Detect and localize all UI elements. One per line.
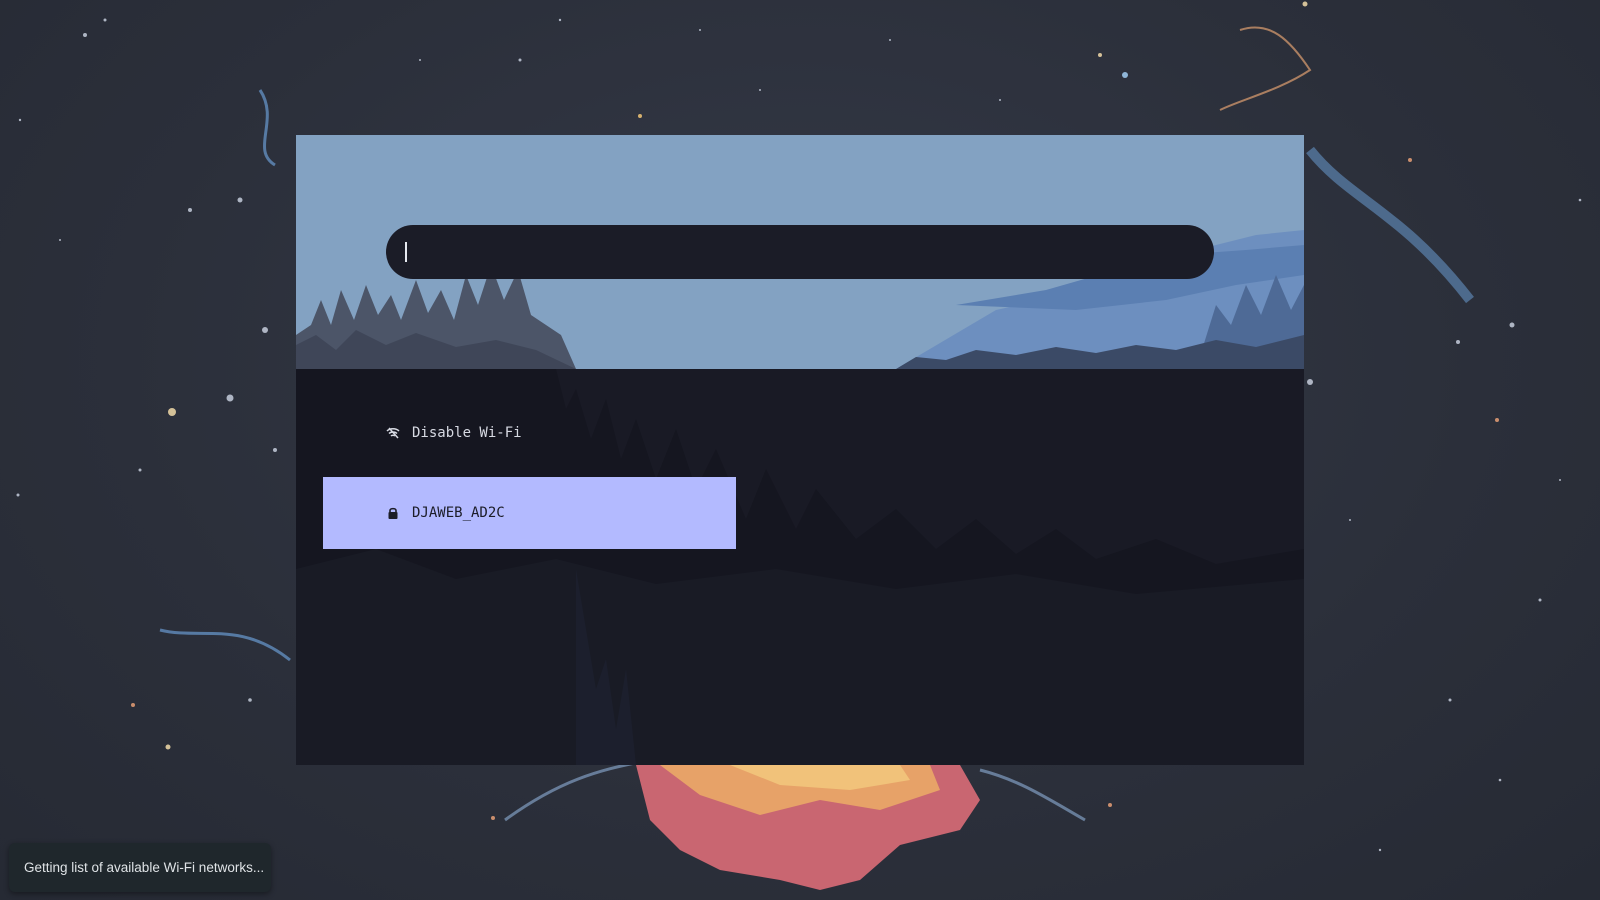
notification-toast: Getting list of available Wi-Fi networks… <box>9 843 271 892</box>
wifi-off-icon <box>386 426 400 440</box>
network-option-djaweb-ad2c[interactable]: DJAWEB_AD2C <box>323 477 736 549</box>
text-caret <box>405 242 407 262</box>
search-input[interactable] <box>404 236 1198 268</box>
desktop-wallpaper: Disable Wi-Fi DJAWEB_AD2C Getting list o… <box>0 0 1600 900</box>
disable-wifi-option[interactable]: Disable Wi-Fi <box>323 397 736 469</box>
lock-icon <box>386 506 400 520</box>
search-bar[interactable] <box>386 225 1214 279</box>
wifi-menu-launcher: Disable Wi-Fi DJAWEB_AD2C <box>296 135 1304 765</box>
notification-text: Getting list of available Wi-Fi networks… <box>24 860 265 875</box>
network-name-label: DJAWEB_AD2C <box>412 505 505 521</box>
launcher-header <box>296 135 1304 369</box>
disable-wifi-label: Disable Wi-Fi <box>412 425 522 441</box>
